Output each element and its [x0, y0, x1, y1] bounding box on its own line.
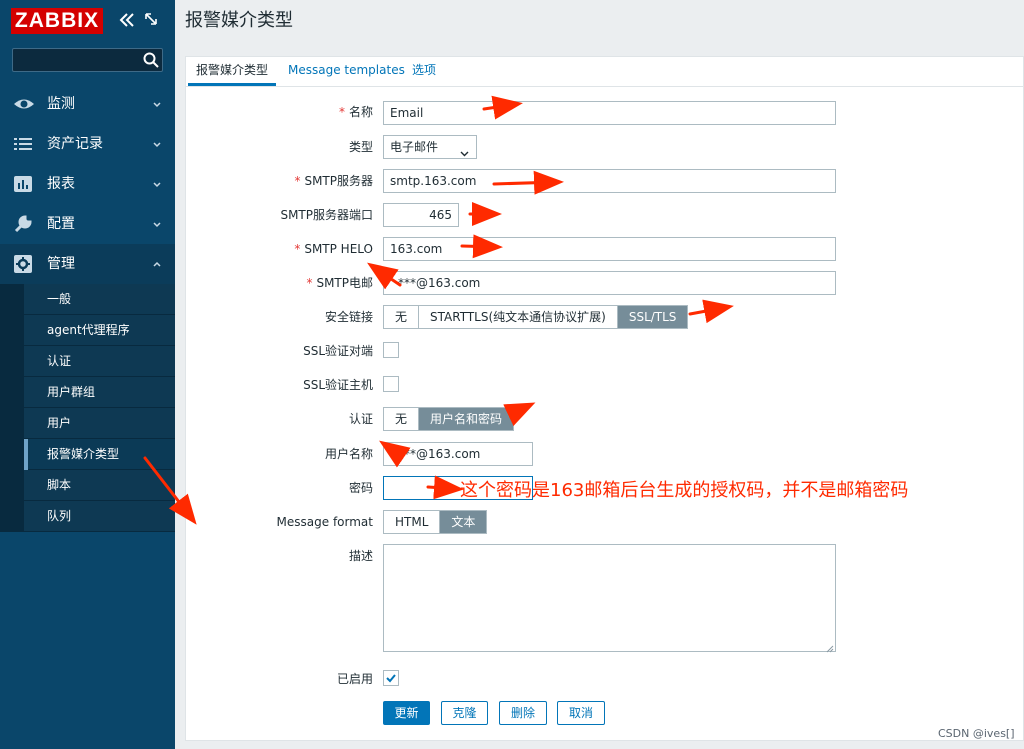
delete-button[interactable]: 删除 [499, 701, 547, 725]
nav-label: 监测 [47, 96, 75, 112]
submenu-users[interactable]: 用户 [24, 408, 175, 439]
auth-username-password-option[interactable]: 用户名和密码 [419, 408, 514, 430]
tab-media-type[interactable]: 报警媒介类型 [188, 56, 277, 86]
page-title: 报警媒介类型 [185, 10, 293, 31]
submenu-media-types[interactable]: 报警媒介类型 [24, 439, 175, 470]
nav-label: 报表 [47, 176, 75, 192]
type-select[interactable]: 电子邮件 [383, 135, 477, 159]
security-ssl-option[interactable]: SSL/TLS [617, 306, 688, 328]
auth-none-option[interactable]: 无 [384, 408, 420, 430]
nav-monitoring[interactable]: 监测 [0, 84, 175, 124]
type-label: 类型 [348, 140, 373, 154]
smtp-port-label: SMTP服务器端口 [280, 208, 373, 222]
security-none-option[interactable]: 无 [384, 306, 420, 328]
wrench-icon [13, 215, 33, 233]
search-icon[interactable] [142, 51, 160, 69]
format-text-option[interactable]: 文本 [440, 511, 487, 533]
description-label: 描述 [348, 549, 373, 563]
submenu-label: 用户 [47, 416, 72, 430]
checkmark-icon [386, 674, 396, 683]
tab-divider [186, 86, 1023, 87]
chevron-down-icon [152, 218, 162, 228]
tab-options[interactable]: 选项 [412, 56, 436, 86]
security-starttls-option[interactable]: STARTTLS(纯文本通信协议扩展) [419, 306, 618, 328]
smtp-email-input[interactable]: ***@163.com [383, 271, 836, 295]
submenu-label: 认证 [47, 354, 72, 368]
submenu-authentication[interactable]: 认证 [24, 346, 175, 377]
nav-configuration[interactable]: 配置 [0, 204, 175, 244]
chevron-down-icon [460, 143, 469, 157]
security-segmented: 无 STARTTLS(纯文本通信协议扩展) SSL/TLS [383, 305, 689, 329]
ssl-verify-peer-checkbox[interactable] [383, 342, 399, 358]
resize-handle-icon[interactable] [826, 642, 834, 653]
smtp-email-label: * SMTP电邮 [306, 276, 373, 290]
bar-chart-icon [13, 175, 33, 193]
message-format-segmented: HTML 文本 [383, 510, 488, 534]
cancel-button[interactable]: 取消 [557, 701, 605, 725]
clone-button[interactable]: 克隆 [441, 701, 488, 725]
gear-icon [13, 255, 33, 273]
list-icon [13, 135, 33, 153]
annotation-note: 这个密码是163邮箱后台生成的授权码，并不是邮箱密码 [460, 480, 909, 501]
username-label: 用户名称 [324, 447, 373, 461]
sidebar-search-input[interactable] [12, 48, 163, 72]
nav-administration[interactable]: 管理 [0, 244, 175, 284]
submenu-label: 用户群组 [47, 385, 96, 399]
chevron-down-icon [152, 138, 162, 148]
nav-label: 管理 [47, 256, 75, 272]
sidebar: ZABBIX 监测 资产记录 报表 配置 管理 一般 agent代理程序 认证 … [0, 0, 175, 749]
name-input[interactable]: Email [383, 101, 836, 125]
enabled-checkbox[interactable] [383, 670, 399, 686]
submenu-label: 脚本 [47, 478, 72, 492]
auth-segmented: 无 用户名和密码 [383, 407, 515, 431]
watermark: CSDN @ives[] [938, 727, 1015, 740]
update-button[interactable]: 更新 [383, 701, 430, 725]
submenu-label: 报警媒介类型 [47, 447, 120, 461]
format-html-option[interactable]: HTML [384, 511, 441, 533]
nav-label: 配置 [47, 216, 75, 232]
zabbix-logo[interactable]: ZABBIX [11, 8, 103, 34]
submenu-proxies[interactable]: agent代理程序 [24, 315, 175, 346]
nav-reports[interactable]: 报表 [0, 164, 175, 204]
collapse-sidebar-icon[interactable] [117, 10, 137, 30]
ssl-verify-peer-label: SSL验证对端 [303, 344, 373, 358]
smtp-server-label: * SMTP服务器 [294, 174, 373, 188]
nav-inventory[interactable]: 资产记录 [0, 124, 175, 164]
submenu-label: 队列 [47, 509, 72, 523]
submenu-label: 一般 [47, 292, 72, 306]
submenu-scripts[interactable]: 脚本 [24, 470, 175, 501]
description-textarea[interactable] [383, 544, 836, 653]
password-label: 密码 [348, 481, 373, 495]
eye-icon [13, 95, 34, 113]
username-input[interactable]: ***@163.com [383, 442, 533, 466]
smtp-helo-label: * SMTP HELO [294, 242, 373, 256]
chevron-down-icon [152, 178, 162, 188]
ssl-verify-host-checkbox[interactable] [383, 376, 399, 392]
submenu-user-groups[interactable]: 用户群组 [24, 377, 175, 408]
submenu-label: agent代理程序 [47, 323, 130, 337]
submenu-queue[interactable]: 队列 [24, 501, 175, 532]
chevron-up-icon [152, 258, 162, 268]
kiosk-mode-icon[interactable] [143, 11, 159, 27]
smtp-helo-input[interactable]: 163.com [383, 237, 836, 261]
admin-submenu: 一般 agent代理程序 认证 用户群组 用户 报警媒介类型 脚本 队列 [0, 284, 175, 532]
message-format-label: Message format [276, 515, 373, 529]
enabled-label: 已启用 [336, 672, 373, 686]
smtp-port-input[interactable]: 465 [383, 203, 459, 227]
smtp-server-input[interactable]: smtp.163.com [383, 169, 836, 193]
auth-label: 认证 [348, 412, 373, 426]
chevron-down-icon [152, 98, 162, 108]
security-label: 安全链接 [324, 310, 373, 324]
tab-message-templates[interactable]: Message templates [288, 56, 405, 86]
submenu-general[interactable]: 一般 [24, 284, 175, 315]
name-label: * 名称 [338, 105, 373, 119]
ssl-verify-host-label: SSL验证主机 [303, 378, 373, 392]
nav-label: 资产记录 [47, 136, 103, 152]
